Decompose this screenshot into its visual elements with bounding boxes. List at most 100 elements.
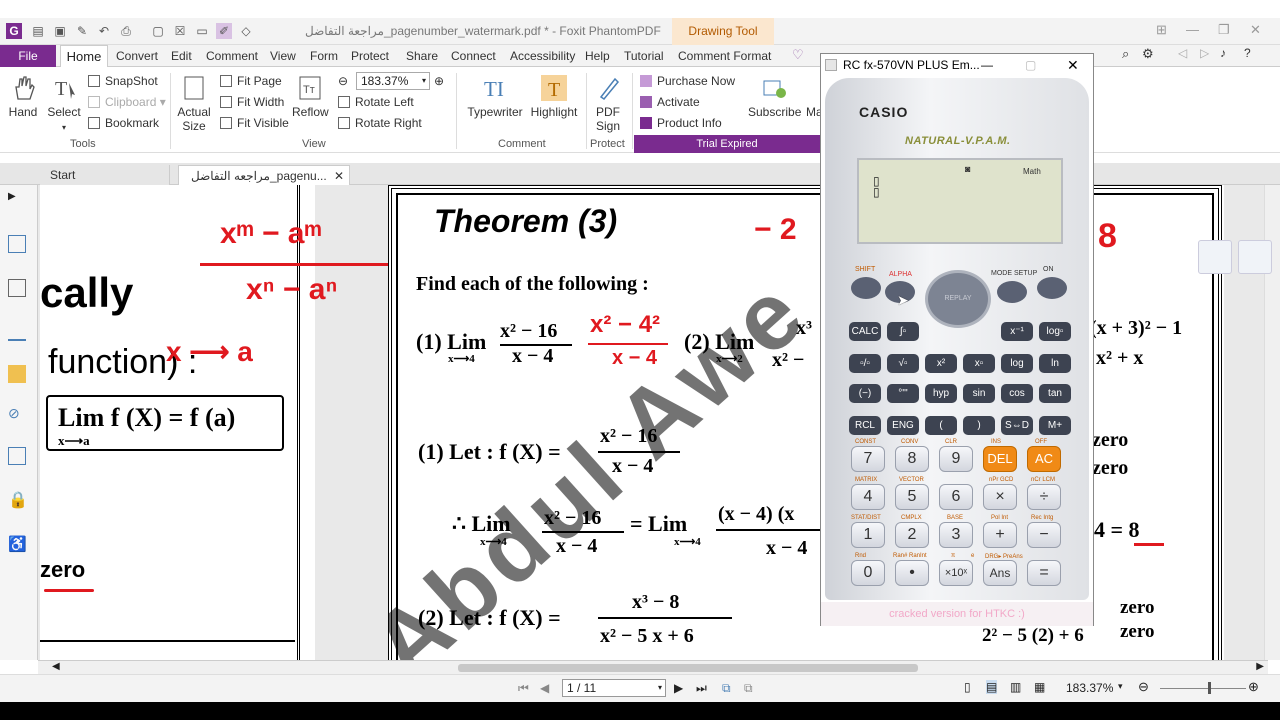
- key-0[interactable]: 0: [851, 560, 885, 586]
- key-1[interactable]: 1: [851, 522, 885, 548]
- layout-icon[interactable]: ⊞: [1156, 22, 1167, 38]
- file-menu[interactable]: File: [0, 45, 56, 67]
- replay-dpad[interactable]: REPLAY: [925, 270, 991, 328]
- subscribe-button[interactable]: Subscribe: [748, 75, 801, 119]
- calc-key[interactable]: CALC: [849, 322, 881, 341]
- zoom-input[interactable]: 183.37% ▾: [356, 72, 430, 90]
- eng-key[interactable]: ENG: [887, 416, 919, 435]
- hand-tool-button[interactable]: Hand: [8, 75, 38, 119]
- zoom-in-status-icon[interactable]: ⊕: [1248, 679, 1259, 695]
- open-paren-key[interactable]: (: [925, 416, 957, 435]
- clipboard-button[interactable]: Clipboard ▾: [88, 95, 166, 109]
- tab-form[interactable]: Form: [310, 49, 338, 63]
- calculator-window[interactable]: RC fx-570VN PLUS Em... — ▢ ✕ CASIO NATUR…: [820, 53, 1094, 626]
- pages-icon[interactable]: [8, 279, 26, 297]
- m-plus-key[interactable]: M+: [1039, 416, 1071, 435]
- key-8[interactable]: 8: [895, 446, 929, 472]
- activate-button[interactable]: Activate: [640, 95, 700, 109]
- tab-protect[interactable]: Protect: [351, 49, 389, 63]
- tab-edit[interactable]: Edit: [171, 49, 192, 63]
- monitor-icon[interactable]: [1198, 240, 1232, 274]
- close-paren-key[interactable]: ): [963, 416, 995, 435]
- key-2[interactable]: 2: [895, 522, 929, 548]
- on-key[interactable]: [1037, 277, 1067, 299]
- expand-panel-icon[interactable]: ▶: [8, 191, 26, 209]
- tab-accessibility[interactable]: Accessibility: [510, 49, 575, 63]
- tell-me-icon[interactable]: ♡: [792, 47, 804, 63]
- eraser-icon[interactable]: ◇: [238, 23, 254, 39]
- save-icon[interactable]: ▣: [52, 23, 68, 39]
- page-number-input[interactable]: 1 / 11 ▾: [562, 679, 666, 697]
- fit-visible-button[interactable]: Fit Visible: [220, 116, 289, 130]
- s-d-key[interactable]: S⇔D: [1001, 416, 1033, 435]
- tab-connect[interactable]: Connect: [451, 49, 496, 63]
- help-icon[interactable]: ?: [1244, 46, 1251, 60]
- key-9[interactable]: 9: [939, 446, 973, 472]
- horizontal-scrollbar[interactable]: ◀ ▶: [38, 660, 1268, 674]
- zoom-slider-thumb[interactable]: [1208, 682, 1211, 694]
- power-key[interactable]: x▫: [963, 354, 995, 373]
- screen-icon[interactable]: ▢: [150, 23, 166, 39]
- undo-icon[interactable]: ↶: [96, 23, 112, 39]
- back-icon[interactable]: ◁: [1178, 46, 1187, 60]
- equals-key[interactable]: =: [1027, 560, 1061, 586]
- tab-view[interactable]: View: [270, 49, 296, 63]
- key-5[interactable]: 5: [895, 484, 929, 510]
- security-lock-icon[interactable]: 🔒: [8, 490, 28, 509]
- attachment-icon[interactable]: ⊘: [8, 405, 26, 423]
- comments-icon[interactable]: [8, 365, 26, 383]
- close-tab-icon[interactable]: ✕: [334, 166, 344, 186]
- divide-key[interactable]: ÷: [1027, 484, 1061, 510]
- tab-convert[interactable]: Convert: [116, 49, 158, 63]
- bell-icon[interactable]: ♪: [1220, 46, 1226, 60]
- square-key[interactable]: x²: [925, 354, 957, 373]
- tan-key[interactable]: tan: [1039, 384, 1071, 403]
- multiply-key[interactable]: ×: [983, 484, 1017, 510]
- rcl-key[interactable]: RCL: [849, 416, 881, 435]
- log-key[interactable]: log: [1001, 354, 1033, 373]
- mode-key[interactable]: [997, 281, 1027, 303]
- tab-help[interactable]: Help: [585, 49, 610, 63]
- decimal-key[interactable]: •: [895, 560, 929, 586]
- zoom-in-icon[interactable]: ⊕: [434, 74, 444, 88]
- ac-key[interactable]: AC: [1027, 446, 1061, 472]
- monitor-icon-2[interactable]: [1238, 240, 1272, 274]
- tab-document[interactable]: مراجعه التفاضل_pagenu... ✕: [178, 165, 350, 185]
- fit-width-button[interactable]: Fit Width: [220, 95, 284, 109]
- minimize-icon[interactable]: —: [1186, 22, 1199, 37]
- layers-icon[interactable]: [8, 323, 26, 341]
- status-zoom[interactable]: 183.37%: [1066, 681, 1113, 695]
- zoom-out-status-icon[interactable]: ⊖: [1138, 679, 1149, 695]
- highlight-button[interactable]: T Highlight: [530, 75, 578, 119]
- purchase-now-button[interactable]: Purchase Now: [640, 74, 735, 88]
- actual-size-button[interactable]: Actual Size: [176, 75, 212, 133]
- zoom-dropdown-icon[interactable]: ▾: [1118, 681, 1123, 692]
- scroll-right-icon[interactable]: ▶: [1256, 661, 1264, 672]
- plus-key[interactable]: +: [983, 522, 1017, 548]
- ma-button[interactable]: Ma: [806, 75, 820, 119]
- print-icon[interactable]: ⎙: [118, 23, 134, 39]
- tab-comment[interactable]: Comment: [206, 49, 258, 63]
- continuous-facing-icon[interactable]: ▦: [1034, 680, 1045, 694]
- minus-key[interactable]: −: [1027, 522, 1061, 548]
- key-7[interactable]: 7: [851, 446, 885, 472]
- create-icon[interactable]: ✎: [74, 23, 90, 39]
- del-key[interactable]: DEL: [983, 446, 1017, 472]
- facing-page-icon[interactable]: ▥: [1010, 680, 1021, 694]
- calc-minimize-icon[interactable]: —: [981, 54, 993, 76]
- tab-share[interactable]: Share: [406, 49, 438, 63]
- tab-tutorial[interactable]: Tutorial: [624, 49, 664, 63]
- negative-key[interactable]: (−): [849, 384, 881, 403]
- rotate-left-button[interactable]: Rotate Left: [338, 95, 414, 109]
- ans-key[interactable]: Ans: [983, 560, 1017, 586]
- calc-close-icon[interactable]: ✕: [1067, 54, 1079, 76]
- next-page-icon[interactable]: ▶: [674, 681, 683, 695]
- shift-key[interactable]: [851, 277, 881, 299]
- first-page-icon[interactable]: ⏮: [518, 681, 529, 696]
- bookmark-button[interactable]: Bookmark: [88, 116, 159, 130]
- fraction-key[interactable]: ▫/▫: [849, 354, 881, 373]
- log-base-key[interactable]: log▫: [1039, 322, 1071, 341]
- copy-page-icon[interactable]: ⧉: [722, 681, 731, 696]
- pdf-sign-button[interactable]: PDF Sign: [592, 75, 624, 133]
- key-4[interactable]: 4: [851, 484, 885, 510]
